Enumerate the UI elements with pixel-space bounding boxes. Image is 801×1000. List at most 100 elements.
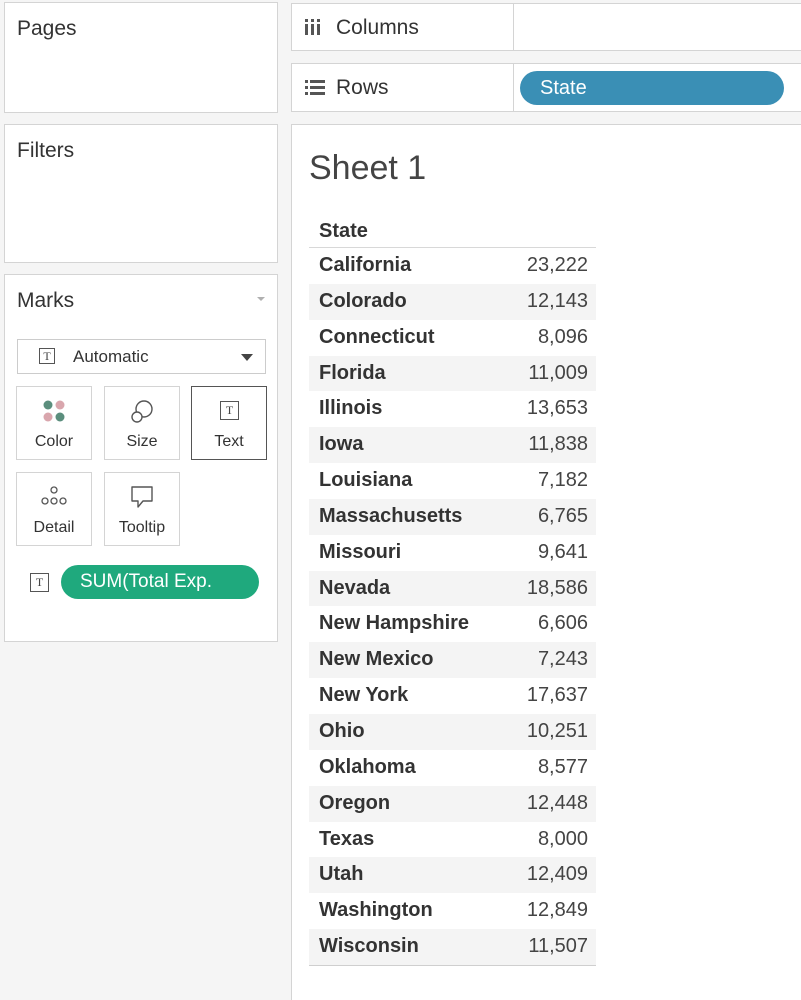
rows-icon	[305, 80, 325, 95]
text-label: Text	[214, 433, 244, 450]
value-cell: 9,641	[537, 540, 588, 563]
marks-menu-caret-icon[interactable]	[257, 297, 265, 301]
marks-title: Marks	[17, 289, 75, 312]
value-cell: 12,143	[526, 289, 588, 312]
text-button[interactable]: T Text	[191, 386, 267, 460]
state-cell: New Hampshire	[319, 612, 470, 635]
state-cell: Oregon	[319, 791, 391, 814]
value-cell: 11,009	[528, 361, 588, 384]
mark-type-dropdown[interactable]: T Automatic	[17, 339, 266, 374]
color-label: Color	[34, 433, 74, 450]
dropdown-arrow-icon	[241, 354, 253, 361]
value-cell: 6,765	[537, 504, 588, 527]
table-row[interactable]: Texas 8,000	[309, 822, 596, 858]
rows-shelf[interactable]: Rows State	[291, 63, 801, 112]
state-cell: Missouri	[319, 540, 402, 563]
tooltip-button[interactable]: Tooltip	[104, 472, 180, 546]
state-cell: Iowa	[319, 433, 364, 456]
table-row[interactable]: Oklahoma 8,577	[309, 750, 596, 786]
value-cell: 7,182	[537, 469, 588, 492]
state-cell: Ohio	[319, 719, 365, 742]
table-row[interactable]: Wisconsin 11,507	[309, 929, 596, 965]
tooltip-icon	[131, 486, 153, 508]
state-cell: Wisconsin	[319, 935, 419, 958]
state-cell: Louisiana	[319, 469, 413, 492]
state-cell: New York	[319, 684, 409, 707]
text-mark-icon: T	[39, 348, 55, 364]
detail-button[interactable]: Detail	[16, 472, 92, 546]
table-row[interactable]: New Hampshire 6,606	[309, 606, 596, 642]
state-cell: Utah	[319, 863, 364, 886]
value-cell: 6,606	[537, 612, 588, 635]
color-button[interactable]: Color	[16, 386, 92, 460]
table-row[interactable]: Ohio 10,251	[309, 713, 596, 750]
sum-total-exp-pill[interactable]: SUM(Total Exp.	[61, 565, 259, 599]
state-cell: Colorado	[319, 289, 407, 312]
state-cell: Nevada	[319, 576, 391, 599]
marks-card: Marks T Automatic Color Size T Text Deta…	[4, 274, 278, 642]
table-row[interactable]: Connecticut 8,096	[309, 320, 596, 356]
mark-type-label: Automatic	[73, 347, 149, 366]
state-column-header[interactable]: State	[309, 215, 596, 248]
state-cell: Washington	[319, 899, 433, 922]
value-cell: 10,251	[526, 719, 588, 742]
columns-shelf-divider	[513, 4, 514, 50]
table-row[interactable]: Utah 12,409	[309, 857, 596, 894]
columns-shelf[interactable]: Columns	[291, 3, 801, 51]
filters-card[interactable]: Filters	[4, 124, 278, 263]
table-row[interactable]: Colorado 12,143	[309, 283, 596, 320]
state-dimension-pill[interactable]: State	[520, 71, 784, 105]
value-cell: 13,653	[526, 397, 588, 420]
table-row[interactable]: New York 17,637	[309, 678, 596, 714]
value-cell: 23,222	[526, 254, 588, 276]
field-text-icon[interactable]: T	[30, 573, 49, 592]
table-row[interactable]: Florida 11,009	[309, 355, 596, 392]
value-cell: 11,838	[528, 433, 588, 456]
table-row[interactable]: Illinois 13,653	[309, 391, 596, 427]
detail-icon	[41, 486, 67, 505]
state-cell: Massachusetts	[319, 504, 463, 527]
state-cell: Connecticut	[319, 325, 435, 348]
value-cell: 12,409	[526, 863, 588, 886]
text-icon: T	[220, 401, 239, 420]
table-body: California 23,222 Colorado 12,143 Connecticu…	[309, 248, 596, 965]
sheet-title[interactable]: Sheet 1	[309, 149, 426, 188]
state-cell: New Mexico	[319, 648, 434, 671]
table-row[interactable]: Washington 12,849	[309, 893, 596, 929]
state-cell: Florida	[319, 361, 386, 384]
table-bottom-border	[309, 964, 596, 966]
value-cell: 18,586	[526, 576, 588, 599]
filters-title: Filters	[17, 139, 75, 162]
sheet-view: Sheet 1 State California 23,222 Colorado 12…	[291, 124, 801, 1000]
side-panels: Pages Filters Marks T Automatic Color Si…	[0, 0, 283, 1000]
value-cell: 8,096	[537, 325, 588, 348]
table-row[interactable]: Nevada 18,586	[309, 570, 596, 607]
table-row[interactable]: Iowa 11,838	[309, 427, 596, 464]
pages-title: Pages	[17, 17, 77, 40]
pages-card[interactable]: Pages	[4, 2, 278, 113]
columns-icon	[305, 19, 320, 35]
size-button[interactable]: Size	[104, 386, 180, 460]
value-cell: 7,243	[537, 648, 588, 671]
value-cell: 11,507	[528, 935, 588, 958]
table-row[interactable]: Missouri 9,641	[309, 535, 596, 571]
table-row[interactable]: Oregon 12,448	[309, 785, 596, 822]
tableau-workspace: Pages Filters Marks T Automatic Color Si…	[0, 0, 801, 1000]
value-cell: 8,577	[537, 755, 588, 778]
size-label: Size	[126, 433, 158, 450]
size-icon	[131, 400, 153, 423]
state-cell: Oklahoma	[319, 755, 416, 778]
columns-label: Columns	[336, 16, 419, 39]
value-cell: 12,448	[526, 791, 588, 814]
table-row[interactable]: New Mexico 7,243	[309, 642, 596, 679]
detail-label: Detail	[33, 519, 75, 536]
table-row[interactable]: Massachusetts 6,765	[309, 498, 596, 535]
table-row[interactable]: Louisiana 7,182	[309, 463, 596, 499]
state-cell: California	[319, 254, 412, 276]
tooltip-label: Tooltip	[118, 519, 166, 536]
value-cell: 12,849	[526, 899, 588, 922]
table-row[interactable]: California 23,222	[309, 248, 596, 284]
color-icon	[43, 400, 65, 422]
state-cell: Texas	[319, 827, 375, 850]
rows-label: Rows	[336, 76, 389, 99]
